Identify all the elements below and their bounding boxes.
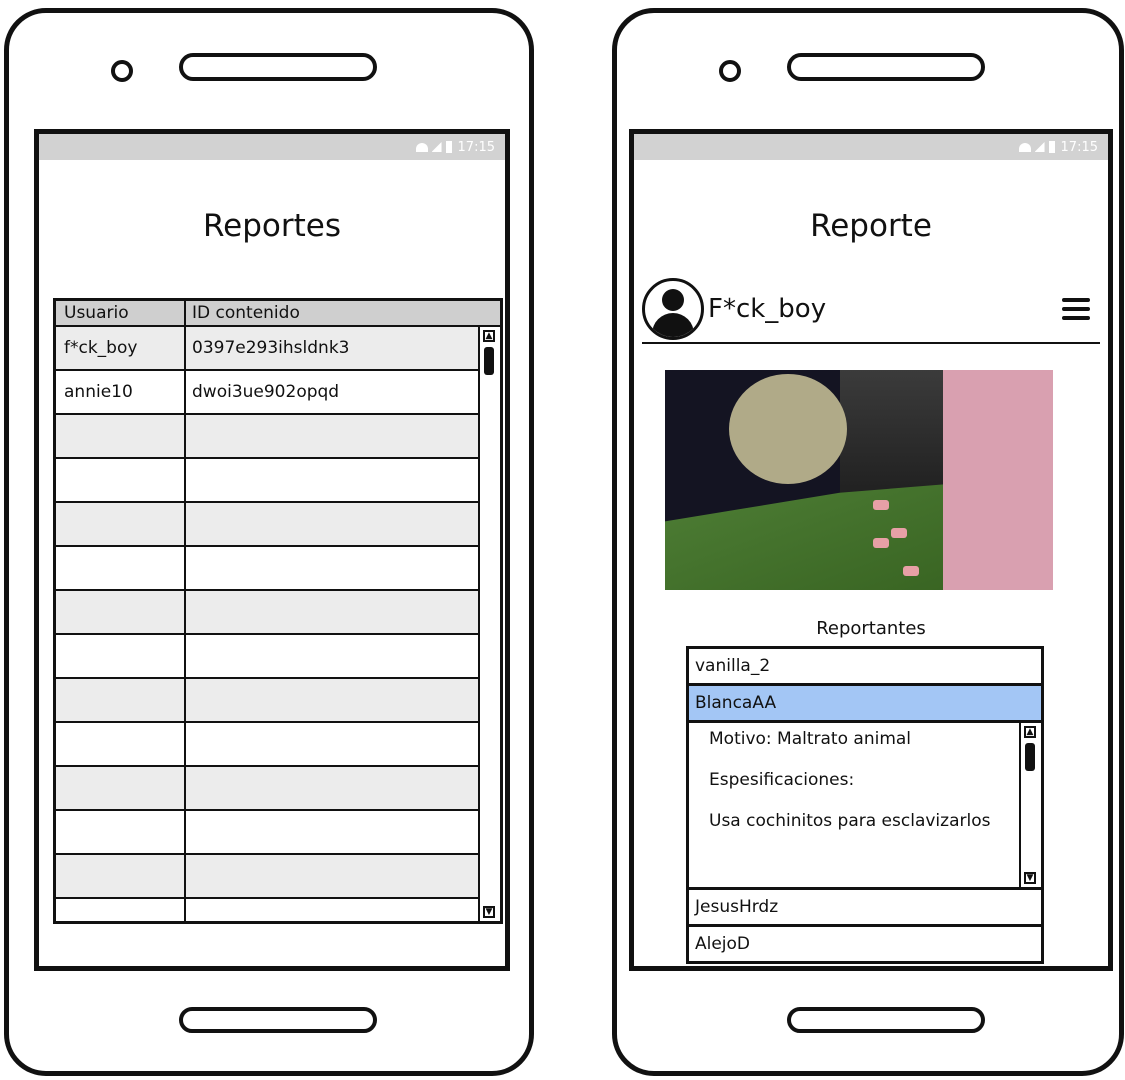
table-row[interactable] [56, 679, 478, 723]
scroll-thumb[interactable] [484, 347, 494, 375]
cell-user [56, 767, 186, 809]
table-header: Usuario ID contenido [56, 301, 500, 327]
table-row[interactable] [56, 415, 478, 459]
cell-content-id [186, 767, 478, 809]
cell-content-id [186, 591, 478, 633]
reports-table: Usuario ID contenido f*ck_boy 0397e293ihs… [53, 298, 503, 924]
avatar-icon[interactable] [642, 278, 704, 340]
report-motive: Motivo: Maltrato animal [709, 729, 912, 749]
wifi-icon [415, 142, 428, 152]
table-row[interactable]: f*ck_boy 0397e293ihsldnk3 [56, 327, 478, 371]
scroll-down-icon[interactable]: ▼ [483, 906, 495, 918]
cell-user: annie10 [56, 371, 186, 413]
phone-frame-left: 17:15 Reportes Usuario ID contenido f*ck… [4, 8, 534, 1076]
report-detail-panel: Motivo: Maltrato animal Espesificaciones… [686, 720, 1044, 890]
reported-content-image [665, 370, 1053, 590]
table-body: f*ck_boy 0397e293ihsldnk3 annie10 dwoi3ue90… [56, 327, 478, 921]
reporter-item-selected[interactable]: BlancaAA [686, 683, 1044, 723]
battery-icon [1048, 141, 1055, 153]
cell-content-id: 0397e293ihsldnk3 [192, 338, 350, 358]
camera-icon [111, 60, 133, 82]
hamburger-menu-icon[interactable] [1062, 298, 1090, 320]
camera-icon [719, 60, 741, 82]
cell-content-id: dwoi3ue902opqd [192, 382, 340, 402]
cell-user [56, 459, 186, 501]
battery-icon [445, 141, 452, 153]
table-row[interactable] [56, 547, 478, 591]
report-detail-screen: 17:15 Reporte F*ck_boy Reportantes vanil… [629, 129, 1113, 971]
signal-icon [1034, 142, 1045, 152]
signal-icon [431, 142, 442, 152]
speaker-icon [179, 53, 377, 81]
cell-content-id [186, 503, 478, 545]
cell-content-id [186, 811, 478, 853]
table-row[interactable]: annie10 dwoi3ue902opqd [56, 371, 478, 415]
reports-list-screen: 17:15 Reportes Usuario ID contenido f*ck… [34, 129, 510, 971]
reporter-item[interactable]: vanilla_2 [686, 646, 1044, 686]
report-specs-label: Espesificaciones: [709, 770, 855, 790]
cell-user [56, 415, 186, 457]
column-header-content-id[interactable]: ID contenido [186, 301, 500, 325]
cell-content-id [186, 635, 478, 677]
cell-content-id [186, 415, 478, 457]
table-scrollbar[interactable]: ▲ ▼ [478, 327, 500, 921]
table-row[interactable] [56, 459, 478, 503]
report-specs-text: Usa cochinitos para esclavizarlos [709, 811, 991, 831]
status-bar: 17:15 [634, 134, 1108, 160]
status-time: 17:15 [1060, 139, 1098, 155]
cell-user [56, 679, 186, 721]
table-row[interactable] [56, 899, 478, 921]
home-button[interactable] [179, 1007, 377, 1033]
reporter-item[interactable]: AlejoD [686, 924, 1044, 964]
cell-content-id [186, 899, 478, 921]
cell-user [56, 635, 186, 677]
cell-user: f*ck_boy [56, 327, 186, 369]
cell-user [56, 591, 186, 633]
page-title: Reporte [810, 208, 932, 244]
cell-content-id [186, 723, 478, 765]
cell-user [56, 899, 186, 921]
status-time: 17:15 [457, 139, 495, 155]
wifi-icon [1018, 142, 1031, 152]
column-header-user[interactable]: Usuario [56, 301, 186, 325]
detail-scrollbar[interactable]: ▲ ▼ [1019, 723, 1041, 887]
status-icons [415, 141, 452, 153]
cell-content-id [186, 547, 478, 589]
cell-content-id [186, 459, 478, 501]
scroll-thumb[interactable] [1025, 743, 1035, 771]
reporters-label: Reportantes [816, 618, 926, 639]
cell-user [56, 723, 186, 765]
table-row[interactable] [56, 723, 478, 767]
reported-user-header: F*ck_boy [642, 276, 1100, 344]
scroll-up-icon[interactable]: ▲ [1024, 726, 1036, 738]
table-row[interactable] [56, 635, 478, 679]
phone-frame-right: 17:15 Reporte F*ck_boy Reportantes vanil… [612, 8, 1124, 1076]
status-icons [1018, 141, 1055, 153]
table-row[interactable] [56, 767, 478, 811]
cell-user [56, 855, 186, 897]
reporters-list: vanilla_2 BlancaAA Motivo: Maltrato anim… [686, 646, 1044, 966]
reporter-item[interactable]: JesusHrdz [686, 887, 1044, 927]
scroll-up-icon[interactable]: ▲ [483, 330, 495, 342]
table-row[interactable] [56, 855, 478, 899]
cell-user [56, 811, 186, 853]
status-bar: 17:15 [39, 134, 505, 160]
cell-content-id [186, 855, 478, 897]
scroll-down-icon[interactable]: ▼ [1024, 872, 1036, 884]
reported-username: F*ck_boy [708, 294, 827, 324]
cell-user [56, 503, 186, 545]
home-button[interactable] [787, 1007, 985, 1033]
cell-user [56, 547, 186, 589]
page-title: Reportes [203, 208, 341, 244]
table-row[interactable] [56, 503, 478, 547]
table-row[interactable] [56, 591, 478, 635]
speaker-icon [787, 53, 985, 81]
cell-content-id [186, 679, 478, 721]
table-row[interactable] [56, 811, 478, 855]
